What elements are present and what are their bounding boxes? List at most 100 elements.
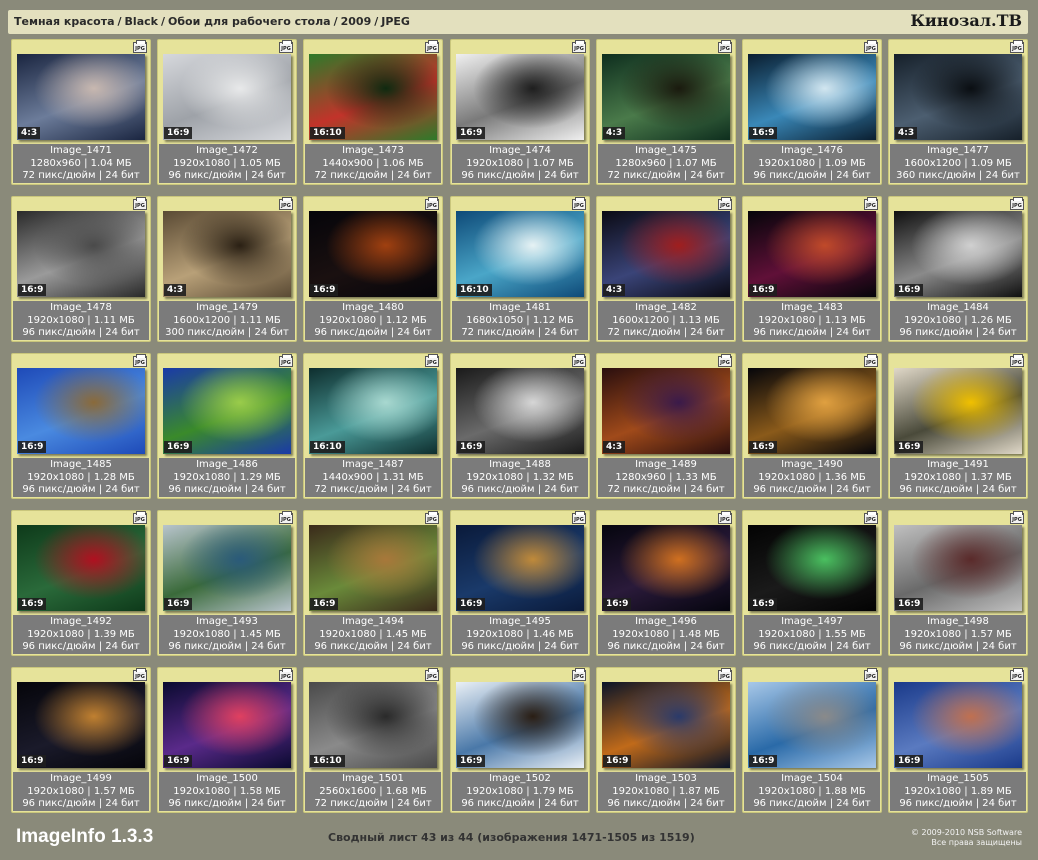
- image-thumbnail[interactable]: 4:3: [17, 54, 145, 140]
- jpg-file-icon: JPG: [718, 197, 732, 210]
- image-thumbnail[interactable]: 16:9: [456, 525, 584, 611]
- image-thumbnail[interactable]: 16:9: [17, 211, 145, 297]
- image-thumbnail[interactable]: 16:9: [17, 525, 145, 611]
- image-thumbnail[interactable]: 16:9: [894, 368, 1022, 454]
- image-info: Image_1498 1920x1080 | 1.57 МБ 96 пикс/дюй…: [890, 615, 1026, 654]
- image-card[interactable]: JPG 4:3 Image_1479 1600x1200 | 1.11 МБ 300 п…: [157, 196, 297, 342]
- image-thumbnail[interactable]: 16:9: [748, 682, 876, 768]
- image-card[interactable]: JPG 16:10 Image_1481 1680x1050 | 1.12 МБ 72 …: [450, 196, 590, 342]
- image-thumbnail[interactable]: 16:9: [17, 682, 145, 768]
- image-thumbnail[interactable]: 16:9: [748, 368, 876, 454]
- image-thumbnail[interactable]: 16:9: [602, 525, 730, 611]
- image-thumbnail[interactable]: 16:9: [894, 525, 1022, 611]
- image-resolution: 1920x1080: [173, 471, 231, 483]
- image-thumbnail[interactable]: 16:10: [309, 54, 437, 140]
- image-thumbnail[interactable]: 16:9: [163, 682, 291, 768]
- image-thumbnail[interactable]: 16:9: [309, 525, 437, 611]
- breadcrumb-item[interactable]: 2009: [341, 15, 372, 28]
- image-thumbnail[interactable]: 16:9: [602, 682, 730, 768]
- image-card[interactable]: JPG 16:9 Image_1492 1920x1080 | 1.39 МБ 96 п…: [11, 510, 151, 656]
- image-card[interactable]: JPG 4:3 Image_1475 1280x960 | 1.07 МБ 72 пик…: [596, 39, 736, 185]
- image-card[interactable]: JPG 16:9 Image_1493 1920x1080 | 1.45 МБ 96 п…: [157, 510, 297, 656]
- image-thumbnail[interactable]: 16:9: [17, 368, 145, 454]
- image-card[interactable]: JPG 16:9 Image_1490 1920x1080 | 1.36 МБ 96 п…: [742, 353, 882, 499]
- image-thumbnail[interactable]: 16:10: [309, 368, 437, 454]
- image-thumbnail[interactable]: 16:9: [163, 525, 291, 611]
- image-card[interactable]: JPG 16:9 Image_1488 1920x1080 | 1.32 МБ 96 п…: [450, 353, 590, 499]
- image-dimensions-size: 1920x1080 | 1.26 МБ: [904, 314, 1012, 326]
- image-card[interactable]: JPG 16:9 Image_1504 1920x1080 | 1.88 МБ 96 п…: [742, 667, 882, 813]
- image-card[interactable]: JPG 16:9 Image_1500 1920x1080 | 1.58 МБ 96 п…: [157, 667, 297, 813]
- image-dpi-depth: 96 пикс/дюйм | 24 бит: [461, 641, 579, 652]
- image-bit-depth: 24 бит: [105, 641, 140, 652]
- image-file-size: 1.05 МБ: [239, 157, 281, 169]
- image-card[interactable]: JPG 16:9 Image_1480 1920x1080 | 1.12 МБ 96 п…: [303, 196, 443, 342]
- image-card[interactable]: JPG 16:9 Image_1476 1920x1080 | 1.09 МБ 96 п…: [742, 39, 882, 185]
- image-thumbnail[interactable]: 4:3: [602, 211, 730, 297]
- image-card[interactable]: JPG 16:9 Image_1478 1920x1080 | 1.11 МБ 96 п…: [11, 196, 151, 342]
- image-bit-depth: 24 бит: [251, 641, 286, 652]
- image-dimensions-size: 1920x1080 | 1.89 МБ: [904, 785, 1012, 797]
- image-card[interactable]: JPG 4:3 Image_1489 1280x960 | 1.33 МБ 72 пик…: [596, 353, 736, 499]
- image-card[interactable]: JPG 16:9 Image_1491 1920x1080 | 1.37 МБ 96 п…: [888, 353, 1028, 499]
- image-card[interactable]: JPG 16:9 Image_1486 1920x1080 | 1.29 МБ 96 п…: [157, 353, 297, 499]
- image-card[interactable]: JPG 16:9 Image_1474 1920x1080 | 1.07 МБ 96 п…: [450, 39, 590, 185]
- aspect-ratio-badge: 4:3: [164, 284, 187, 296]
- breadcrumb-item[interactable]: JPEG: [381, 15, 410, 28]
- image-card[interactable]: JPG 16:10 Image_1487 1440x900 | 1.31 МБ 72 п…: [303, 353, 443, 499]
- image-card[interactable]: JPG 16:9 Image_1472 1920x1080 | 1.05 МБ 96 п…: [157, 39, 297, 185]
- image-card[interactable]: JPG 16:9 Image_1483 1920x1080 | 1.13 МБ 96 п…: [742, 196, 882, 342]
- image-card[interactable]: JPG 16:9 Image_1494 1920x1080 | 1.45 МБ 96 п…: [303, 510, 443, 656]
- image-name: Image_1503: [635, 773, 697, 784]
- image-thumbnail[interactable]: 16:9: [748, 525, 876, 611]
- image-file-size: 1.29 МБ: [239, 471, 281, 483]
- image-thumbnail[interactable]: 4:3: [894, 54, 1022, 140]
- image-thumbnail[interactable]: 4:3: [602, 368, 730, 454]
- image-thumbnail[interactable]: 16:9: [456, 54, 584, 140]
- image-thumbnail[interactable]: 16:9: [309, 211, 437, 297]
- breadcrumb-item[interactable]: Black: [125, 15, 158, 28]
- image-file-size: 1.28 МБ: [93, 471, 135, 483]
- image-thumbnail[interactable]: 16:9: [748, 211, 876, 297]
- image-card[interactable]: JPG 16:9 Image_1502 1920x1080 | 1.79 МБ 96 п…: [450, 667, 590, 813]
- image-card[interactable]: JPG 16:10 Image_1473 1440x900 | 1.06 МБ 72 п…: [303, 39, 443, 185]
- image-thumbnail[interactable]: 16:9: [163, 54, 291, 140]
- image-info: Image_1486 1920x1080 | 1.29 МБ 96 пикс/дюй…: [159, 458, 295, 497]
- image-thumbnail[interactable]: 4:3: [602, 54, 730, 140]
- image-bit-depth: 24 бит: [105, 484, 140, 495]
- image-card[interactable]: JPG 16:10 Image_1501 2560x1600 | 1.68 МБ 72 …: [303, 667, 443, 813]
- image-thumbnail[interactable]: 16:10: [309, 682, 437, 768]
- header-bar: Темная красота / Black / Обои для рабочего с…: [8, 10, 1028, 34]
- image-thumbnail[interactable]: 4:3: [163, 211, 291, 297]
- image-card[interactable]: JPG 16:9 Image_1505 1920x1080 | 1.89 МБ 96 п…: [888, 667, 1028, 813]
- image-thumbnail[interactable]: 16:9: [894, 682, 1022, 768]
- image-card[interactable]: JPG 4:3 Image_1471 1280x960 | 1.04 МБ 72 пик…: [11, 39, 151, 185]
- image-card[interactable]: JPG 16:9 Image_1495 1920x1080 | 1.46 МБ 96 п…: [450, 510, 590, 656]
- image-dpi-depth: 96 пикс/дюйм | 24 бит: [899, 798, 1017, 809]
- image-thumbnail[interactable]: 16:9: [456, 682, 584, 768]
- image-card[interactable]: JPG 16:9 Image_1496 1920x1080 | 1.48 МБ 96 п…: [596, 510, 736, 656]
- image-thumbnail[interactable]: 16:9: [894, 211, 1022, 297]
- aspect-ratio-badge: 16:9: [749, 598, 778, 610]
- image-thumbnail[interactable]: 16:10: [456, 211, 584, 297]
- image-file-size: 1.45 МБ: [239, 628, 281, 640]
- breadcrumb-item[interactable]: Темная красота: [14, 15, 115, 28]
- breadcrumb-item[interactable]: Обои для рабочего стола: [168, 15, 331, 28]
- image-card[interactable]: JPG 4:3 Image_1477 1600x1200 | 1.09 МБ 360 п…: [888, 39, 1028, 185]
- image-card[interactable]: JPG 16:9 Image_1498 1920x1080 | 1.57 МБ 96 п…: [888, 510, 1028, 656]
- image-card[interactable]: JPG 16:9 Image_1503 1920x1080 | 1.87 МБ 96 п…: [596, 667, 736, 813]
- image-card[interactable]: JPG 16:9 Image_1497 1920x1080 | 1.55 МБ 96 п…: [742, 510, 882, 656]
- jpg-file-icon: JPG: [572, 511, 586, 524]
- image-card[interactable]: JPG 16:9 Image_1484 1920x1080 | 1.26 МБ 96 п…: [888, 196, 1028, 342]
- image-card[interactable]: JPG 16:9 Image_1499 1920x1080 | 1.57 МБ 96 п…: [11, 667, 151, 813]
- aspect-ratio-badge: 16:9: [457, 441, 486, 453]
- image-dimensions-size: 1920x1080 | 1.32 МБ: [466, 471, 574, 483]
- image-bit-depth: 24 бит: [397, 484, 432, 495]
- image-thumbnail[interactable]: 16:9: [748, 54, 876, 140]
- image-info: Image_1494 1920x1080 | 1.45 МБ 96 пикс/дюй…: [305, 615, 441, 654]
- image-dpi-depth: 96 пикс/дюйм | 24 бит: [314, 327, 432, 338]
- image-card[interactable]: JPG 4:3 Image_1482 1600x1200 | 1.13 МБ 72 пи…: [596, 196, 736, 342]
- image-card[interactable]: JPG 16:9 Image_1485 1920x1080 | 1.28 МБ 96 п…: [11, 353, 151, 499]
- image-thumbnail[interactable]: 16:9: [456, 368, 584, 454]
- image-thumbnail[interactable]: 16:9: [163, 368, 291, 454]
